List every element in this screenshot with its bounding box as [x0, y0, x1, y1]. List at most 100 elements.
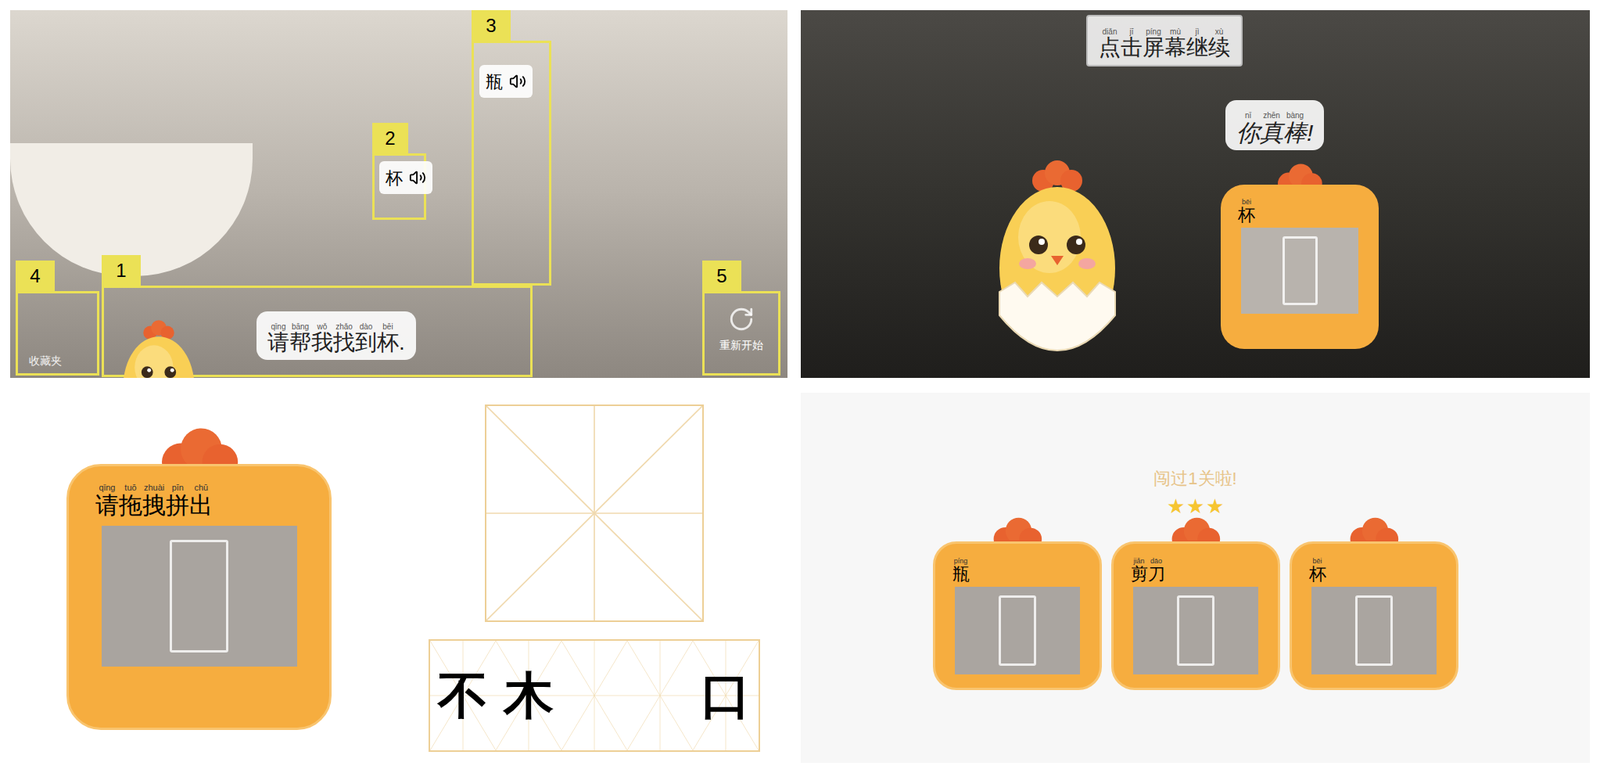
hanzi: 点 [1098, 35, 1121, 61]
piece-cell[interactable]: 口 [692, 640, 759, 750]
ruby-char: bēi杯 [1237, 198, 1256, 225]
pinyin: bāng [290, 322, 311, 331]
ruby-char: jī击 [1120, 28, 1143, 61]
piece-cell[interactable]: 木 [495, 640, 562, 750]
ruby-char: jiǎn剪 [1130, 557, 1148, 584]
speaker-icon[interactable] [509, 72, 527, 90]
ruby-char: qǐng请 [267, 322, 290, 356]
ruby-char: píng瓶 [952, 557, 970, 584]
pinyin: bēi [1311, 557, 1323, 565]
piece-cell[interactable]: 不 [430, 640, 496, 750]
pinyin: jī [1128, 28, 1136, 36]
hanzi: 刀 [1147, 564, 1166, 584]
hanzi: 棒 [1283, 119, 1307, 146]
hanzi: 拖 [118, 491, 143, 518]
card-body: jiǎn剪dāo刀 [1111, 541, 1281, 690]
find-screen: 1 2 3 4 5 杯 瓶 qǐng请bāng帮wǒ我zhǎo找dào到bēi杯 . 收藏夹 重新… [10, 10, 788, 378]
hanzi: 继 [1186, 35, 1209, 61]
word-card[interactable]: qǐng请tuō拖zhuài拽pīn拼chū出 [66, 426, 332, 730]
favorites-button[interactable]: 收藏夹 [28, 352, 62, 370]
pinyin: píng [1144, 28, 1163, 36]
hanzi: 幕 [1164, 35, 1187, 61]
pinyin: zhǎo [333, 322, 355, 331]
star-row: ★★★ [1166, 495, 1224, 517]
top-row: 1 2 3 4 5 杯 瓶 qǐng请bāng帮wǒ我zhǎo找dào到bēi杯 . 收藏夹 重新… [10, 10, 1590, 378]
object-label[interactable]: 杯 [379, 161, 433, 194]
piece-cell[interactable] [561, 640, 628, 750]
pinyin: qǐng [269, 322, 288, 331]
photo [1311, 586, 1437, 675]
hanzi: 剪 [1130, 564, 1148, 584]
card-body: qǐng请tuō拖zhuài拽pīn拼chū出 [66, 463, 332, 730]
pinyin: wǒ [315, 322, 330, 331]
annotation-tag: 5 [702, 260, 742, 291]
chick-icon [119, 319, 198, 378]
word-card[interactable]: bēi杯 [1289, 516, 1459, 690]
hanzi: 请 [267, 330, 290, 356]
ruby-char: bàng棒 [1283, 111, 1307, 146]
pinyin: zhēn [1261, 111, 1282, 120]
detection-box [169, 539, 229, 653]
continue-hint: diǎn点jī击píng屏mù幕jì继xù续 [1086, 14, 1243, 67]
praise-bubble: nǐ你zhēn真bàng棒 ! [1225, 100, 1324, 151]
ruby-char: dào到 [355, 322, 377, 356]
ruby-char: bēi杯 [376, 322, 399, 356]
card-body: bēi杯 [1220, 184, 1379, 349]
piece-cell[interactable] [627, 640, 693, 750]
ruby-char: zhǎo找 [333, 322, 356, 356]
star-icon: ★ [1166, 495, 1185, 517]
hanzi: 瓶 [952, 564, 970, 584]
hanzi: 找 [333, 330, 356, 356]
photo [1133, 586, 1259, 675]
hanzi: 到 [355, 330, 377, 356]
detection-box [1282, 236, 1318, 305]
hanzi: 续 [1208, 35, 1231, 61]
pinyin: tuō [122, 483, 138, 492]
word-card[interactable]: jiǎn剪dāo刀 [1111, 516, 1281, 690]
hanzi: 你 [1236, 119, 1260, 146]
hanzi: 击 [1120, 35, 1143, 61]
photo [954, 586, 1080, 675]
detection-box [998, 595, 1037, 666]
hanzi: 屏 [1142, 35, 1165, 61]
grid-lines-icon [627, 640, 693, 750]
pinyin [399, 322, 406, 331]
annotation-tag: 2 [372, 122, 409, 154]
ruby-char: jì继 [1186, 28, 1209, 61]
word-card[interactable]: píng瓶 [932, 516, 1102, 690]
card-label: píng瓶 [952, 557, 970, 584]
writing-square[interactable] [484, 404, 704, 622]
spelling-screen: qǐng请tuō拖zhuài拽pīn拼chū出不木 口 [10, 392, 788, 763]
hanzi: 拼 [165, 491, 190, 518]
object-label[interactable]: 瓶 [479, 64, 533, 98]
card-label: bēi杯 [1309, 557, 1327, 584]
word-card[interactable]: bēi杯 [1220, 162, 1379, 349]
pinyin: qǐng [97, 483, 118, 492]
bottom-row: qǐng请tuō拖zhuài拽pīn拼chū出不木 口 闯过1关啦! ★★★ píng瓶… [10, 392, 1590, 763]
pinyin: bēi [380, 322, 395, 331]
refresh-icon [728, 305, 755, 333]
ruby-char: ! [1306, 111, 1314, 146]
ruby-char: dāo刀 [1147, 557, 1166, 584]
writing-area: 不木 口 [428, 404, 761, 752]
ruby-char: . [398, 322, 406, 356]
restart-button[interactable]: 重新开始 [706, 305, 777, 354]
hanzi: 请 [95, 491, 119, 518]
hanzi: 杯 [1309, 564, 1327, 584]
hanzi: 杯 [376, 330, 399, 356]
ruby-char: diǎn点 [1098, 28, 1121, 61]
hint-text: diǎn点jī击píng屏mù幕jì继xù续 [1098, 28, 1231, 61]
ruby-char: zhuài拽 [142, 483, 166, 518]
speaker-icon[interactable] [408, 168, 427, 187]
success-screen[interactable]: diǎn点jī击píng屏mù幕jì继xù续nǐ你zhēn真bàng棒 !bēi… [800, 10, 1590, 378]
annotation-tag: 1 [101, 254, 141, 286]
result-title: 闯过1关啦! [1153, 465, 1237, 492]
pinyin: píng [953, 557, 969, 565]
hanzi: 我 [311, 330, 334, 356]
star-icon: ★ [1186, 495, 1205, 517]
prompt-bubble: qǐng请bāng帮wǒ我zhǎo找dào到bēi杯 . [256, 311, 417, 360]
hanzi: 出 [189, 491, 213, 518]
annotation-tag: 3 [471, 10, 511, 41]
annotation-tag: 4 [15, 260, 55, 291]
ruby-char: xù续 [1208, 28, 1231, 61]
